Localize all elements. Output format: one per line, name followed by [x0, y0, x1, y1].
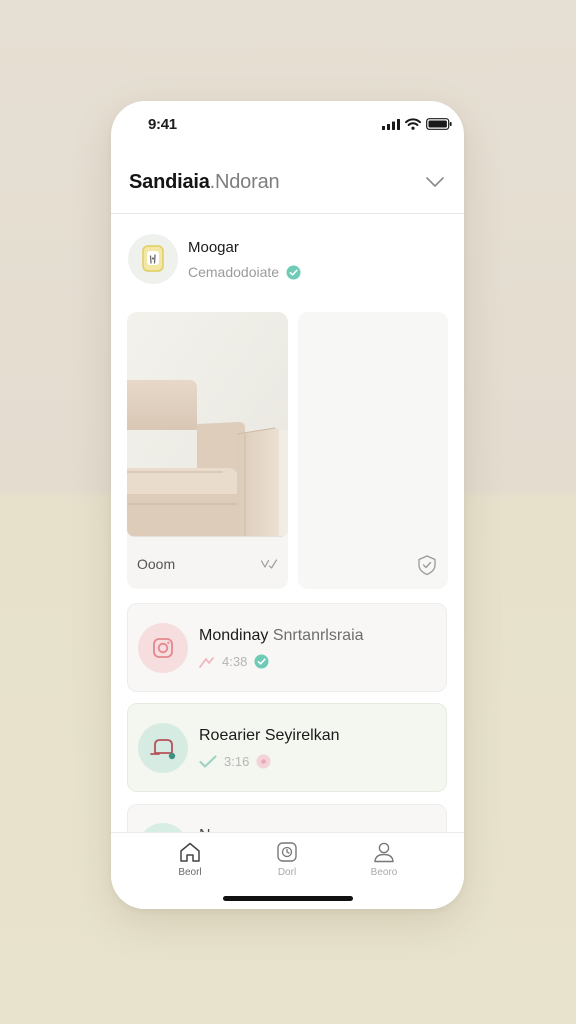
verified-check-icon — [286, 265, 301, 279]
profile-subtitle-row: Cemadodoiate — [188, 264, 301, 280]
page-title-secondary: .Ndoran — [209, 171, 280, 193]
chevron-down-icon[interactable] — [424, 171, 446, 193]
list-item-title-primary: Mondinay — [199, 627, 269, 644]
page-title-primary: Sandiaia — [129, 171, 210, 193]
featured-card-sofa[interactable]: Ooom — [127, 312, 288, 589]
tab-home[interactable]: Beorl — [155, 841, 225, 885]
list-item-title-secondary: Snrtanrlsraia — [272, 627, 364, 644]
featured-card-empty[interactable] — [298, 312, 448, 589]
status-icons — [382, 118, 452, 130]
instagram-icon — [153, 638, 173, 658]
tab-label: Beoro — [370, 867, 398, 878]
clock-icon — [277, 842, 297, 862]
list-item-time: 4:38 — [222, 654, 248, 669]
page-title: Sandiaia.Ndoran — [129, 171, 280, 194]
status-time: 9:41 — [148, 116, 177, 133]
sofa-illustration — [127, 312, 288, 537]
list-item[interactable]: Roearier Seyirelkan 3:16 — [127, 703, 447, 792]
check-mark-icon[interactable] — [260, 557, 278, 571]
tab-profile[interactable]: Beoro — [349, 841, 419, 885]
tab-label: Beorl — [178, 867, 202, 878]
sofa-image — [127, 312, 288, 537]
tab-bar: Beorl Dorl Beoro — [111, 832, 464, 909]
wifi-icon — [405, 118, 421, 130]
list-item-meta: 4:38 — [199, 654, 269, 669]
list-item[interactable]: Mondinay Snrtanrlsraia 4:38 — [127, 603, 447, 692]
app-header: Sandiaia.Ndoran — [111, 149, 464, 214]
signal-icon — [382, 118, 400, 130]
list-item-title-secondary: Seyirelkan — [264, 727, 340, 744]
phone-frame: 9:41 Sandiaia.Ndoran Moogar Cemadodoiate… — [111, 101, 464, 909]
status-check-icon — [254, 654, 269, 669]
list-item-title: Mondinay Snrtanrlsraia — [199, 627, 364, 645]
battery-icon — [426, 118, 452, 130]
home-icon — [180, 842, 200, 862]
trend-up-icon — [199, 656, 214, 668]
status-bar: 9:41 — [111, 101, 464, 149]
avatar — [138, 723, 188, 773]
profile-row[interactable]: Moogar Cemadodoiate — [128, 234, 448, 290]
status-dot-icon — [256, 754, 271, 769]
user-icon — [374, 842, 394, 863]
shield-check-icon[interactable] — [416, 554, 438, 576]
bag-icon — [150, 739, 176, 760]
card-label: Ooom — [137, 556, 176, 572]
profile-device-icon — [142, 245, 164, 272]
profile-name: Moogar — [188, 239, 239, 256]
tab-clock[interactable]: Dorl — [252, 841, 322, 885]
list-item-title: Roearier Seyirelkan — [199, 727, 340, 745]
home-indicator[interactable] — [223, 896, 353, 901]
check-mark-icon — [199, 755, 217, 768]
list-item-time: 3:16 — [224, 754, 250, 769]
tab-label: Dorl — [277, 867, 297, 878]
avatar — [138, 623, 188, 673]
list-item-meta: 3:16 — [199, 754, 271, 769]
list-item-title-primary: Roearier — [199, 727, 261, 744]
profile-subtitle: Cemadodoiate — [188, 264, 280, 280]
avatar — [128, 234, 178, 284]
